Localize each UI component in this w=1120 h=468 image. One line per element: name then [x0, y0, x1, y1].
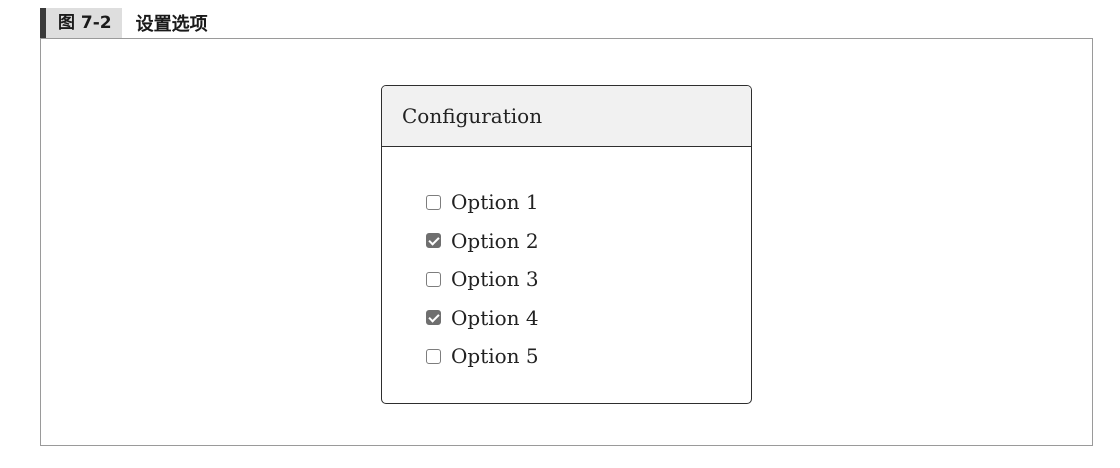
option-5-checkbox[interactable]: [426, 348, 441, 364]
option-item-1[interactable]: Option 1: [426, 183, 751, 222]
option-item-4[interactable]: Option 4: [426, 299, 751, 338]
option-3-label: Option 3: [451, 267, 539, 292]
option-1-label: Option 1: [451, 190, 539, 215]
option-2-label: Option 2: [451, 228, 539, 253]
panel-header: Configuration: [382, 86, 751, 147]
option-item-3[interactable]: Option 3: [426, 260, 751, 299]
configuration-panel: Configuration Option 1 Option 2 Option 3…: [381, 85, 752, 404]
option-1-checkbox[interactable]: [426, 194, 441, 210]
figure-caption: 图 7-2 设置选项: [40, 8, 208, 38]
option-item-2[interactable]: Option 2: [426, 222, 751, 261]
option-2-checkbox[interactable]: [426, 233, 441, 249]
option-list: Option 1 Option 2 Option 3 Option 4 Opti…: [382, 147, 751, 376]
figure-title: 设置选项: [135, 14, 208, 35]
panel-title: Configuration: [402, 104, 543, 128]
option-3-checkbox[interactable]: [426, 271, 441, 287]
option-4-checkbox[interactable]: [426, 310, 441, 326]
option-5-label: Option 5: [451, 344, 539, 369]
figure-label: 图 7-2: [46, 8, 122, 38]
option-item-5[interactable]: Option 5: [426, 337, 751, 376]
option-4-label: Option 4: [451, 305, 539, 330]
